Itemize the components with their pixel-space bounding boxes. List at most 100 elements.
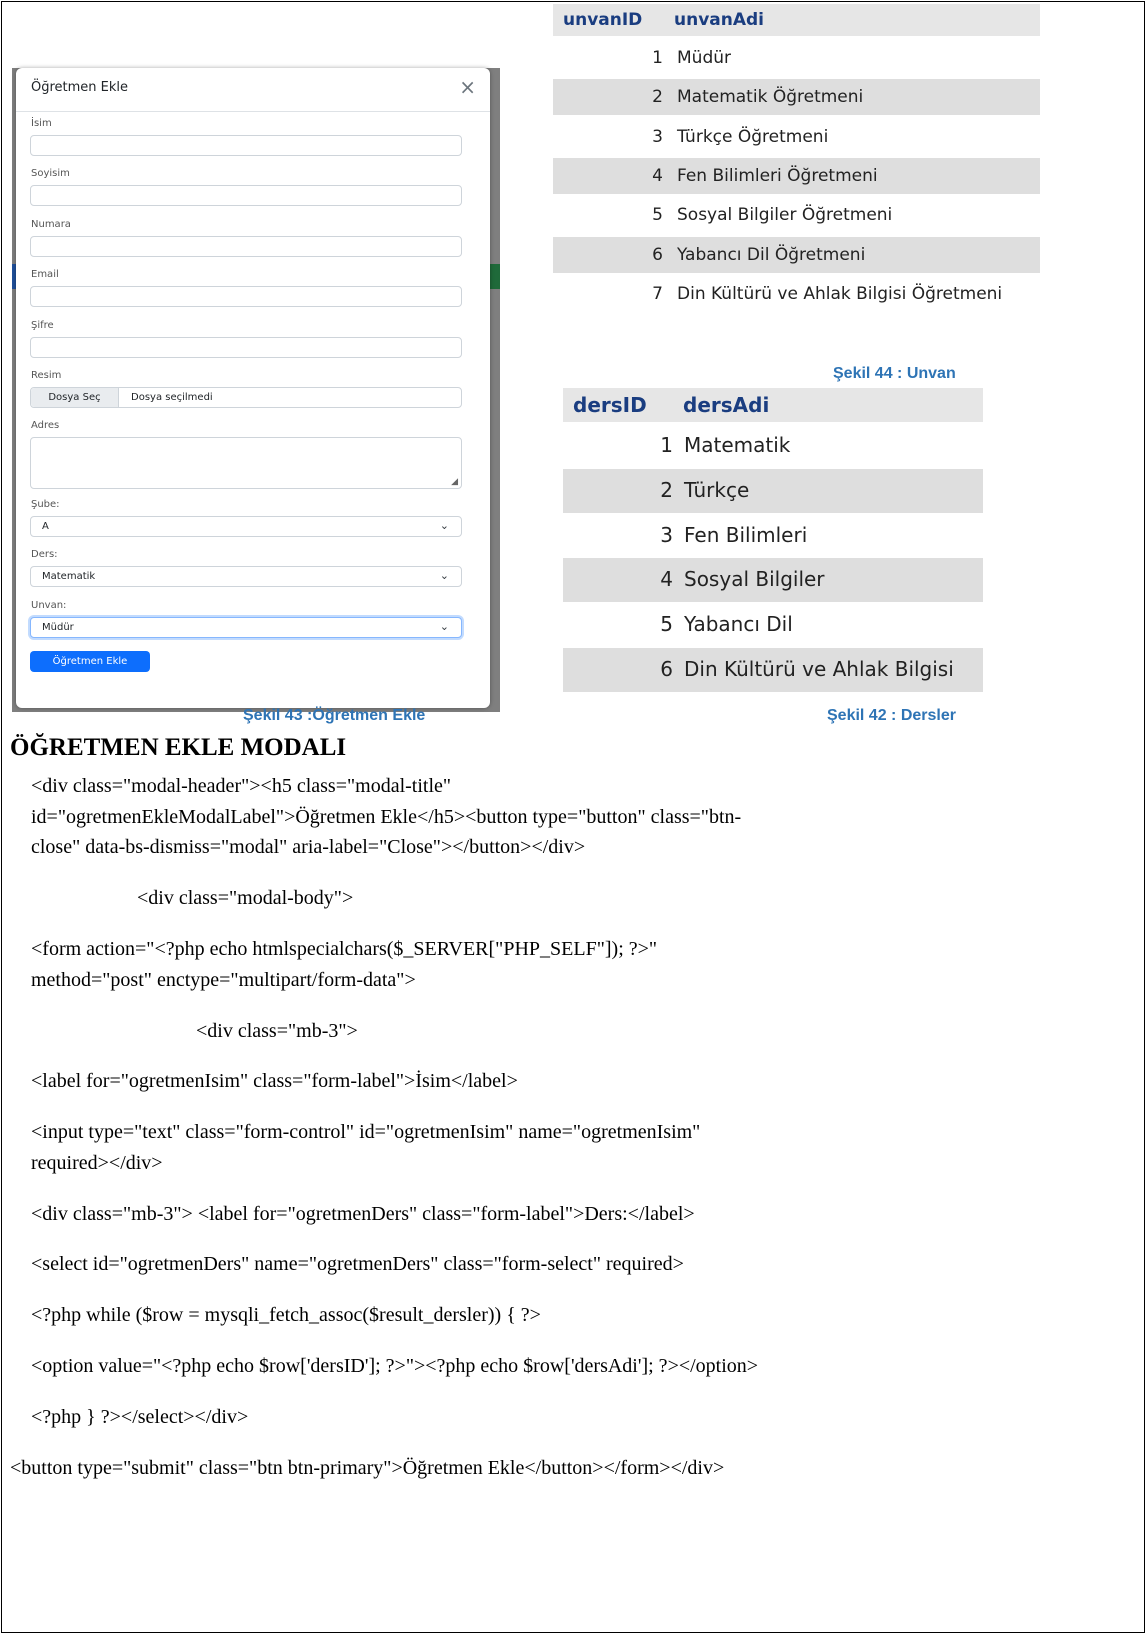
soyisim-input[interactable] bbox=[30, 185, 462, 206]
numara-input[interactable] bbox=[30, 236, 462, 257]
row-name: Din Kültürü ve Ahlak Bilgisi bbox=[684, 657, 954, 681]
row-id: 7 bbox=[652, 284, 663, 304]
unvan-table: unvanID unvanAdi 1 Müdür 2 Matematik Öğr… bbox=[553, 4, 1040, 314]
ders-select-value: Matematik bbox=[42, 571, 96, 582]
row-id: 4 bbox=[660, 567, 673, 591]
row-name: Din Kültürü ve Ahlak Bilgisi Öğretmeni bbox=[677, 284, 1003, 304]
caption-sekil-43: Şekil 43 :Öğretmen Ekle bbox=[243, 707, 426, 724]
resize-handle-icon[interactable]: ◢ bbox=[451, 477, 458, 487]
code-line: <div class="modal-body"> bbox=[137, 887, 354, 909]
table-row: 5 Yabancı Dil bbox=[563, 603, 983, 647]
row-id: 3 bbox=[660, 523, 673, 547]
table-row: 3 Fen Bilimleri bbox=[563, 514, 983, 558]
row-id: 6 bbox=[660, 657, 673, 681]
resim-label: Resim bbox=[31, 370, 62, 381]
row-id: 2 bbox=[660, 478, 673, 502]
code-line: <?php } ?></select></div> bbox=[31, 1406, 249, 1428]
row-id: 2 bbox=[652, 87, 663, 107]
table-row: 2 Türkçe bbox=[563, 469, 983, 513]
table-row: 6 Yabancı Dil Öğretmeni bbox=[553, 237, 1040, 273]
row-name: Matematik bbox=[684, 433, 791, 457]
table-row: 5 Sosyal Bilgiler Öğretmeni bbox=[553, 197, 1040, 233]
unvan-id-header: unvanID bbox=[563, 10, 643, 30]
chevron-down-icon: ⌄ bbox=[439, 569, 449, 582]
email-input[interactable] bbox=[30, 286, 462, 307]
table-row: 3 Türkçe Öğretmeni bbox=[553, 119, 1040, 155]
ogretmen-ekle-modal: Öğretmen Ekle × İsim Soyisim Numara Emai… bbox=[16, 68, 490, 708]
ders-table: dersID dersAdi 1 Matematik 2 Türkçe 3 Fe… bbox=[563, 388, 983, 694]
code-line: <form action="<?php echo htmlspecialchar… bbox=[31, 938, 658, 960]
file-status-text: Dosya seçilmedi bbox=[131, 392, 213, 403]
row-name: Matematik Öğretmeni bbox=[677, 87, 864, 107]
row-id: 6 bbox=[652, 245, 663, 265]
code-line: <div class="mb-3"> bbox=[196, 1020, 358, 1042]
code-line: method="post" enctype="multipart/form-da… bbox=[31, 969, 416, 991]
code-line: close" data-bs-dismiss="modal" aria-labe… bbox=[31, 836, 586, 858]
row-name: Müdür bbox=[677, 48, 731, 68]
file-choose-button[interactable]: Dosya Seç bbox=[31, 388, 119, 407]
table-row: 1 Matematik bbox=[563, 424, 983, 468]
ders-label: Ders: bbox=[31, 549, 58, 560]
code-line: <input type="text" class="form-control" … bbox=[31, 1121, 701, 1143]
row-id: 1 bbox=[652, 48, 663, 68]
code-line: id="ogretmenEkleModalLabel">Öğretmen Ekl… bbox=[31, 806, 742, 828]
sube-label: Şube: bbox=[31, 499, 60, 510]
caption-sekil-44: Şekil 44 : Unvan bbox=[833, 365, 956, 382]
table-row: 4 Fen Bilimleri Öğretmeni bbox=[553, 158, 1040, 194]
adres-label: Adres bbox=[31, 420, 60, 431]
row-id: 4 bbox=[652, 166, 663, 186]
sube-select-value: A bbox=[42, 521, 49, 532]
row-name: Sosyal Bilgiler Öğretmeni bbox=[677, 205, 893, 225]
row-name: Fen Bilimleri bbox=[684, 523, 808, 547]
isim-input[interactable] bbox=[30, 135, 462, 156]
row-name: Türkçe Öğretmeni bbox=[677, 127, 829, 147]
sifre-input[interactable] bbox=[30, 337, 462, 358]
code-line: <option value="<?php echo $row['dersID']… bbox=[31, 1355, 759, 1377]
row-id: 5 bbox=[652, 205, 663, 225]
numara-label: Numara bbox=[31, 219, 71, 230]
table-row: 6 Din Kültürü ve Ahlak Bilgisi bbox=[563, 648, 983, 692]
adres-textarea[interactable]: ◢ bbox=[30, 437, 462, 489]
unvan-adi-header: unvanAdi bbox=[674, 10, 765, 30]
row-name: Yabancı Dil bbox=[684, 612, 793, 636]
ders-id-header: dersID bbox=[573, 393, 647, 417]
ders-adi-header: dersAdi bbox=[683, 393, 770, 417]
row-name: Yabancı Dil Öğretmeni bbox=[677, 245, 866, 265]
chevron-down-icon: ⌄ bbox=[439, 620, 449, 633]
soyisim-label: Soyisim bbox=[31, 168, 70, 179]
close-icon[interactable]: × bbox=[459, 77, 476, 97]
row-name: Sosyal Bilgiler bbox=[684, 567, 825, 591]
row-id: 1 bbox=[660, 433, 673, 457]
email-label: Email bbox=[31, 269, 59, 280]
isim-label: İsim bbox=[31, 118, 52, 129]
code-line: <label for="ogretmenIsim" class="form-la… bbox=[31, 1070, 518, 1092]
sube-select[interactable]: A ⌄ bbox=[30, 516, 462, 537]
row-id: 5 bbox=[660, 612, 673, 636]
chevron-down-icon: ⌄ bbox=[439, 519, 449, 532]
table-row: 1 Müdür bbox=[553, 40, 1040, 76]
table-row: 2 Matematik Öğretmeni bbox=[553, 79, 1040, 115]
table-row: 4 Sosyal Bilgiler bbox=[563, 558, 983, 602]
row-name: Türkçe bbox=[684, 478, 750, 502]
code-line: <select id="ogretmenDers" name="ogretmen… bbox=[31, 1253, 684, 1275]
code-line: <div class="mb-3"> <label for="ogretmenD… bbox=[31, 1203, 695, 1225]
unvan-label: Unvan: bbox=[31, 600, 67, 611]
code-line: <div class="modal-header"><h5 class="mod… bbox=[31, 775, 452, 797]
resim-file-input[interactable]: Dosya Seç Dosya seçilmedi bbox=[30, 387, 462, 408]
modal-title: Öğretmen Ekle bbox=[31, 80, 129, 95]
ders-select[interactable]: Matematik ⌄ bbox=[30, 566, 462, 587]
code-line: <?php while ($row = mysqli_fetch_assoc($… bbox=[31, 1304, 541, 1326]
table-row: 7 Din Kültürü ve Ahlak Bilgisi Öğretmeni bbox=[553, 276, 1040, 312]
ogretmen-ekle-submit-button[interactable]: Öğretmen Ekle bbox=[30, 651, 150, 672]
row-name: Fen Bilimleri Öğretmeni bbox=[677, 166, 878, 186]
ders-table-header: dersID dersAdi bbox=[563, 388, 983, 422]
code-line: required></div> bbox=[31, 1152, 163, 1174]
unvan-table-header: unvanID unvanAdi bbox=[553, 4, 1040, 36]
sifre-label: Şifre bbox=[31, 320, 54, 331]
unvan-select[interactable]: Müdür ⌄ bbox=[30, 617, 462, 638]
modal-header: Öğretmen Ekle × bbox=[16, 68, 490, 112]
caption-sekil-42: Şekil 42 : Dersler bbox=[827, 707, 956, 724]
document-heading: ÖĞRETMEN EKLE MODALI bbox=[10, 734, 347, 761]
unvan-select-value: Müdür bbox=[42, 622, 74, 633]
code-line: <button type="submit" class="btn btn-pri… bbox=[10, 1457, 725, 1479]
